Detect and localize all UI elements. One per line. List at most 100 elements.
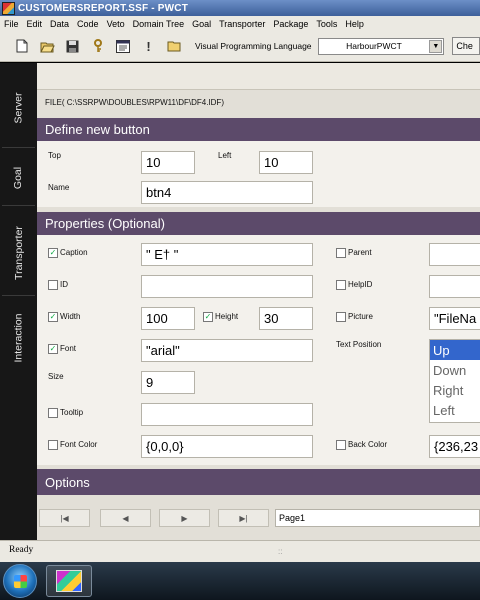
- parent-checkbox[interactable]: [336, 248, 346, 258]
- toolbar: ! Visual Programming Language HarbourPWC…: [0, 31, 480, 62]
- picture-field[interactable]: "FileNa: [429, 307, 480, 330]
- side-tabs: Server Goal Transporter Interaction: [0, 63, 37, 540]
- title-bar: CUSTOMERSREPORT.SSF - PWCT: [0, 0, 480, 16]
- tab-transporter[interactable]: Transporter: [0, 203, 37, 303]
- tooltip-field[interactable]: [141, 403, 313, 426]
- menu-tools[interactable]: Tools: [316, 19, 337, 29]
- fontcolor-checkbox[interactable]: [48, 440, 58, 450]
- picture-checkbox[interactable]: [336, 312, 346, 322]
- open-folder-icon[interactable]: [39, 37, 55, 55]
- taskbar-app-button[interactable]: [46, 565, 92, 597]
- tab-interaction[interactable]: Interaction: [0, 298, 37, 378]
- text-position-option-left[interactable]: Left: [430, 400, 480, 420]
- menu-edit[interactable]: Edit: [27, 19, 43, 29]
- pwct-app-icon: [56, 570, 82, 592]
- folder-icon[interactable]: [166, 37, 182, 55]
- text-position-label: Text Position: [336, 340, 382, 349]
- top-label: Top: [48, 151, 61, 160]
- first-page-icon: |◀: [60, 513, 69, 523]
- left-field[interactable]: 10: [259, 151, 313, 174]
- define-section-header: Define new button: [37, 118, 480, 141]
- save-icon[interactable]: [65, 37, 81, 55]
- size-label: Size: [48, 372, 64, 381]
- taskbar: [0, 562, 480, 600]
- options-section-header: Options: [37, 469, 480, 495]
- width-field[interactable]: 100: [141, 307, 195, 330]
- tab-goal[interactable]: Goal: [0, 153, 37, 203]
- menu-code[interactable]: Code: [77, 19, 99, 29]
- key-icon[interactable]: [90, 37, 106, 55]
- id-label: ID: [60, 280, 68, 289]
- menu-help[interactable]: Help: [345, 19, 364, 29]
- menu-transporter[interactable]: Transporter: [219, 19, 265, 29]
- tab-divider: [2, 295, 35, 296]
- new-file-icon[interactable]: [14, 37, 30, 55]
- last-page-button[interactable]: ▶|: [218, 509, 269, 527]
- windows-start-icon[interactable]: [3, 564, 37, 598]
- form-area: FILE( C:\SSRPW\DOUBLES\RPW11\DF\DF4.IDF)…: [37, 63, 480, 540]
- tab-server[interactable]: Server: [0, 73, 37, 143]
- font-label: Font: [60, 344, 77, 353]
- helpid-label: HelpID: [348, 280, 373, 289]
- file-path: FILE( C:\SSRPW\DOUBLES\RPW11\DF\DF4.IDF): [45, 98, 224, 107]
- window-icon[interactable]: [115, 37, 131, 55]
- helpid-checkbox[interactable]: [336, 280, 346, 290]
- backcolor-checkbox[interactable]: [336, 440, 346, 450]
- language-select[interactable]: HarbourPWCT ▼: [317, 37, 445, 55]
- height-field[interactable]: 30: [259, 307, 313, 330]
- parent-label: Parent: [348, 248, 372, 257]
- che-button[interactable]: Che: [452, 37, 480, 55]
- menu-domain-tree[interactable]: Domain Tree: [133, 19, 185, 29]
- caption-label: Caption: [60, 248, 88, 257]
- top-strip: [37, 63, 480, 90]
- page-field[interactable]: Page1: [275, 509, 480, 527]
- chevron-down-icon[interactable]: ▼: [429, 39, 443, 53]
- menu-data[interactable]: Data: [50, 19, 69, 29]
- font-field[interactable]: "arial": [141, 339, 313, 362]
- app-icon: [2, 1, 15, 15]
- tooltip-checkbox[interactable]: [48, 408, 58, 418]
- caption-checkbox[interactable]: ✓: [48, 248, 58, 258]
- helpid-field[interactable]: [429, 275, 480, 298]
- language-select-value: HarbourPWCT: [346, 41, 402, 51]
- height-label: Height: [215, 312, 239, 321]
- menu-veto[interactable]: Veto: [107, 19, 125, 29]
- backcolor-field[interactable]: {236,23: [429, 435, 480, 458]
- tab-server-label: Server: [12, 92, 25, 124]
- status-bar: Ready ::: [0, 540, 480, 562]
- id-field[interactable]: [141, 275, 313, 298]
- first-page-button[interactable]: |◀: [39, 509, 90, 527]
- backcolor-label: Back Color: [348, 440, 388, 449]
- menu-goal[interactable]: Goal: [192, 19, 211, 29]
- tab-transporter-label: Transporter: [12, 226, 25, 280]
- text-position-option-down[interactable]: Down: [430, 360, 480, 380]
- properties-section-header: Properties (Optional): [37, 212, 480, 235]
- width-checkbox[interactable]: ✓: [48, 312, 58, 322]
- next-page-button[interactable]: ▶: [159, 509, 210, 527]
- tab-divider: [2, 147, 35, 148]
- fontcolor-field[interactable]: {0,0,0}: [141, 435, 313, 458]
- text-position-list[interactable]: Up Down Right Left: [429, 339, 480, 423]
- height-checkbox[interactable]: ✓: [203, 312, 213, 322]
- caption-field[interactable]: " E† ": [141, 243, 313, 266]
- status-text: Ready: [9, 545, 34, 555]
- menu-package[interactable]: Package: [273, 19, 308, 29]
- next-page-icon: ▶: [181, 513, 188, 523]
- text-position-option-up[interactable]: Up: [430, 340, 480, 360]
- tooltip-label: Tooltip: [60, 408, 84, 417]
- properties-panel: ✓ Caption " E† " ID ✓ Width 100 ✓ Height…: [37, 235, 480, 465]
- tab-interaction-label: Interaction: [12, 313, 25, 363]
- name-field[interactable]: btn4: [141, 181, 313, 204]
- fontcolor-label: Font Color: [60, 440, 98, 449]
- top-field[interactable]: 10: [141, 151, 195, 174]
- text-position-option-right[interactable]: Right: [430, 380, 480, 400]
- size-field[interactable]: 9: [141, 371, 195, 394]
- exclamation-icon[interactable]: !: [140, 37, 156, 55]
- parent-field[interactable]: [429, 243, 480, 266]
- tab-goal-label: Goal: [12, 166, 25, 190]
- id-checkbox[interactable]: [48, 280, 58, 290]
- prev-page-button[interactable]: ◀: [100, 509, 151, 527]
- last-page-icon: ▶|: [239, 513, 248, 523]
- font-checkbox[interactable]: ✓: [48, 344, 58, 354]
- menu-file[interactable]: File: [4, 19, 19, 29]
